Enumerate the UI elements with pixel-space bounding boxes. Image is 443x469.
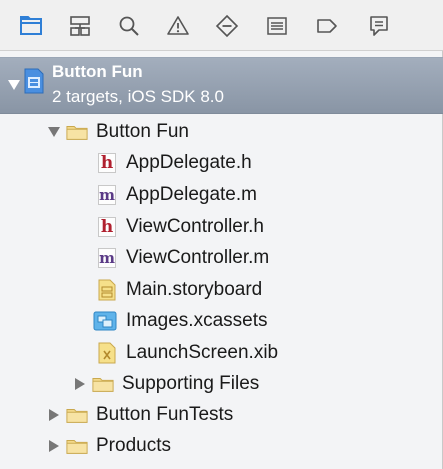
xib-file-icon: [96, 342, 118, 364]
file-label: ViewController.m: [126, 247, 270, 268]
project-navigator: Button Fun 2 targets, iOS SDK 8.0 Button…: [0, 0, 443, 469]
folder-icon: [66, 121, 88, 143]
file-main-storyboard[interactable]: Main.storyboard: [96, 276, 262, 304]
group-products[interactable]: Products: [46, 432, 171, 460]
file-launchscreen-xib[interactable]: LaunchScreen.xib: [96, 339, 278, 367]
disclosure-triangle-expanded-icon[interactable]: [6, 77, 22, 93]
search-icon: [119, 16, 139, 36]
asset-catalog-icon: [92, 310, 118, 332]
file-label: Main.storyboard: [126, 279, 263, 300]
disclosure-triangle-expanded-icon[interactable]: [46, 124, 62, 140]
disclosure-triangle-collapsed-icon[interactable]: [46, 438, 62, 454]
file-images-xcassets[interactable]: Images.xcassets: [92, 307, 268, 335]
group-button-funtests[interactable]: Button FunTests: [46, 401, 233, 429]
test-navigator-tab[interactable]: [210, 11, 244, 41]
project-title: Button Fun: [52, 62, 143, 81]
file-appdelegate-m[interactable]: m AppDelegate.m: [96, 181, 257, 209]
objc-file-icon: m: [98, 248, 116, 268]
group-button-fun[interactable]: Button Fun: [46, 118, 189, 146]
log-bubble-icon: [370, 16, 388, 36]
group-supporting-files[interactable]: Supporting Files: [72, 370, 259, 398]
find-navigator-tab[interactable]: [112, 11, 146, 41]
folder-icon: [66, 404, 88, 426]
file-label: AppDelegate.m: [126, 184, 257, 205]
file-viewcontroller-h[interactable]: h ViewController.h: [96, 213, 264, 241]
test-diamond-icon: [215, 14, 239, 38]
debug-navigator-tab[interactable]: [260, 11, 294, 41]
file-label: LaunchScreen.xib: [126, 342, 279, 363]
report-navigator-tab[interactable]: [362, 11, 396, 41]
file-label: Images.xcassets: [126, 310, 268, 331]
folder-icon: [66, 435, 88, 457]
breakpoint-navigator-tab[interactable]: [310, 11, 344, 41]
group-label: Button FunTests: [96, 404, 234, 425]
navigator-toolbar: [0, 0, 443, 51]
disclosure-triangle-collapsed-icon[interactable]: [46, 407, 62, 423]
file-label: ViewController.h: [126, 216, 265, 237]
breakpoint-icon: [317, 19, 337, 33]
file-appdelegate-h[interactable]: h AppDelegate.h: [96, 149, 252, 177]
file-viewcontroller-m[interactable]: m ViewController.m: [96, 244, 269, 272]
folder-icon: [92, 373, 114, 395]
warning-icon: [167, 16, 189, 35]
folder-icon: [20, 16, 42, 35]
group-label: Supporting Files: [122, 373, 260, 394]
xcode-project-icon: [24, 68, 44, 94]
project-row-button-fun[interactable]: Button Fun 2 targets, iOS SDK 8.0: [0, 57, 443, 114]
file-label: AppDelegate.h: [126, 152, 252, 173]
project-navigator-tab[interactable]: [14, 11, 48, 41]
issue-navigator-tab[interactable]: [161, 11, 195, 41]
group-label: Products: [96, 435, 171, 456]
header-file-icon: h: [96, 216, 118, 238]
disclosure-triangle-collapsed-icon[interactable]: [72, 376, 88, 392]
objc-file-icon: m: [98, 185, 116, 205]
symbol-navigator-tab[interactable]: [63, 11, 97, 41]
header-file-icon: h: [96, 152, 118, 174]
group-label: Button Fun: [96, 121, 189, 142]
debug-list-icon: [267, 17, 287, 35]
hierarchy-icon: [70, 16, 90, 36]
project-subtitle: 2 targets, iOS SDK 8.0: [52, 87, 224, 106]
storyboard-file-icon: [96, 279, 118, 301]
